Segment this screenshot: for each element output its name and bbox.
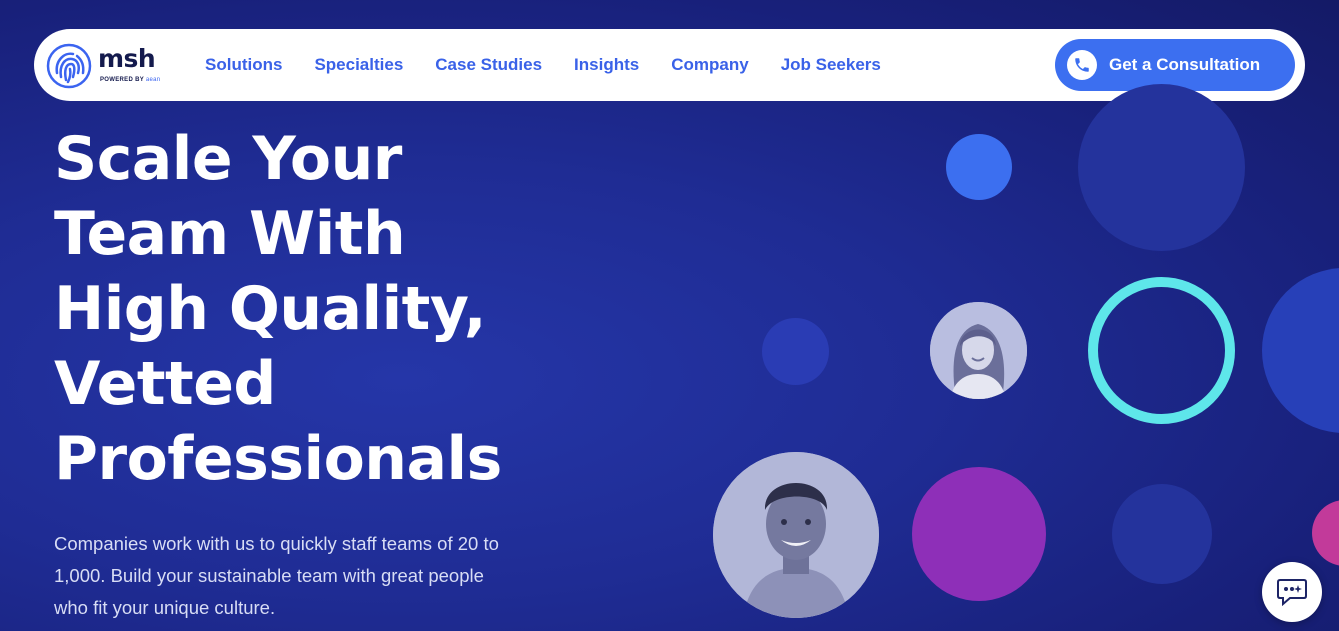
page: msh POWERED BY aean Solutions Specialtie… — [0, 0, 1339, 631]
decor-ring-teal — [1088, 277, 1235, 424]
nav-item-specialties[interactable]: Specialties — [314, 55, 403, 75]
nav-item-company[interactable]: Company — [671, 55, 748, 75]
headline-line: Scale Your — [54, 124, 402, 194]
chat-widget-button[interactable] — [1262, 562, 1322, 622]
decor-circle-navy-bottom — [1112, 484, 1212, 584]
avatar-woman — [930, 302, 1027, 399]
logo[interactable]: msh POWERED BY aean — [46, 41, 186, 91]
nav-item-solutions[interactable]: Solutions — [205, 55, 282, 75]
hero-headline: Scale Your Team With High Quality, Vette… — [54, 122, 614, 497]
decor-circle-blue-small — [946, 134, 1012, 200]
main-menu: Solutions Specialties Case Studies Insig… — [205, 29, 913, 101]
avatar-man — [713, 452, 879, 618]
logo-wordmark: msh — [98, 44, 156, 73]
decor-circle-navy-large — [1078, 84, 1245, 251]
chat-bubble-icon — [1277, 579, 1307, 606]
nav-item-insights[interactable]: Insights — [574, 55, 639, 75]
woman-portrait-icon — [930, 302, 1027, 399]
headline-line: High Quality, — [54, 274, 487, 344]
nav-item-job-seekers[interactable]: Job Seekers — [781, 55, 881, 75]
get-consultation-label: Get a Consultation — [1109, 55, 1261, 74]
top-navigation: msh POWERED BY aean Solutions Specialtie… — [34, 29, 1305, 101]
logo-tagline-brand: aean — [145, 77, 161, 83]
decor-circle-navy-medium — [762, 318, 829, 385]
man-portrait-icon — [713, 452, 879, 618]
logo-tagline-prefix: POWERED BY — [100, 77, 144, 83]
fingerprint-logo-icon — [46, 43, 92, 89]
headline-line: Vetted — [54, 349, 276, 419]
decor-circle-purple — [912, 467, 1046, 601]
headline-line: Professionals — [54, 424, 502, 494]
hero-subtext: Companies work with us to quickly staff … — [54, 533, 499, 618]
logo-tagline: POWERED BY aean — [100, 77, 160, 83]
headline-line: Team With — [54, 199, 406, 269]
phone-icon — [1067, 50, 1097, 80]
nav-item-case-studies[interactable]: Case Studies — [435, 55, 542, 75]
get-consultation-button[interactable]: Get a Consultation — [1055, 39, 1295, 91]
decor-circle-magenta-edge — [1312, 500, 1339, 566]
decor-circle-blue-edge — [1262, 268, 1339, 433]
